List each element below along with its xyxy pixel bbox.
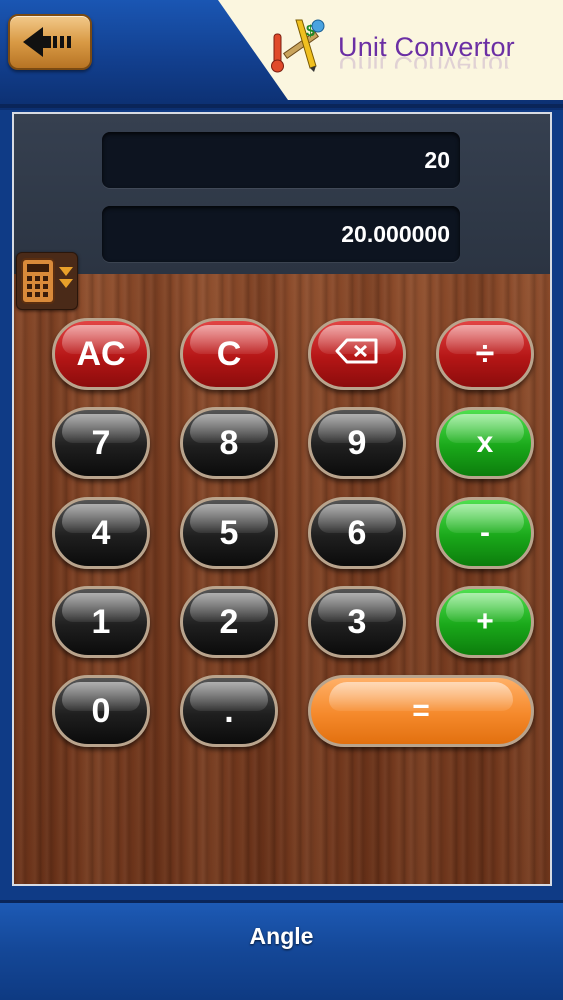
unit-convertor-logo-icon: $ <box>271 19 325 73</box>
input-value: 20 <box>424 146 450 173</box>
input-value-field[interactable]: 20 <box>102 132 460 188</box>
key-2[interactable]: 2 <box>180 586 278 658</box>
key-multiply[interactable]: x <box>436 407 534 479</box>
key-clear[interactable]: C <box>180 318 278 390</box>
output-value-field: 20.000000 <box>102 206 460 262</box>
key-4[interactable]: 4 <box>52 497 150 569</box>
key-label: 1 <box>91 602 111 641</box>
key-label: ÷ <box>475 334 495 373</box>
key-1[interactable]: 1 <box>52 586 150 658</box>
back-arrow-icon <box>23 27 71 57</box>
key-decimal[interactable]: . <box>180 675 278 747</box>
key-label: 6 <box>347 513 367 552</box>
key-label: x <box>476 426 494 459</box>
key-label: 2 <box>219 602 239 641</box>
chevron-down-icon <box>59 267 73 276</box>
key-8[interactable]: 8 <box>180 407 278 479</box>
key-subtract[interactable]: - <box>436 497 534 569</box>
key-all-clear[interactable]: AC <box>52 318 150 390</box>
key-label: . <box>224 691 234 730</box>
key-label: 5 <box>219 513 239 552</box>
backspace-icon <box>335 335 379 374</box>
key-label: 8 <box>219 423 239 462</box>
converter-panel: 20 20.000000 AC C ÷ 7 8 9 x 4 5 6 - 1 2 … <box>12 112 552 886</box>
key-7[interactable]: 7 <box>52 407 150 479</box>
key-label: 7 <box>91 423 111 462</box>
key-equals[interactable]: = <box>308 675 534 747</box>
key-5[interactable]: 5 <box>180 497 278 569</box>
key-3[interactable]: 3 <box>308 586 406 658</box>
key-label: 4 <box>91 513 111 552</box>
key-label: - <box>480 516 490 549</box>
key-divide[interactable]: ÷ <box>436 318 534 390</box>
key-label: 0 <box>91 691 111 730</box>
display-area: 20 20.000000 <box>14 114 550 274</box>
key-backspace[interactable] <box>308 318 406 390</box>
key-label: AC <box>76 334 126 373</box>
category-title: Angle <box>249 923 314 949</box>
calculator-toggle-button[interactable] <box>16 252 78 310</box>
key-label: C <box>216 334 242 373</box>
key-label: + <box>476 605 494 638</box>
key-9[interactable]: 9 <box>308 407 406 479</box>
back-button[interactable] <box>8 14 92 70</box>
key-add[interactable]: + <box>436 586 534 658</box>
output-value: 20.000000 <box>341 220 450 247</box>
key-label: 3 <box>347 602 367 641</box>
key-0[interactable]: 0 <box>52 675 150 747</box>
key-label: 9 <box>347 423 367 462</box>
header-divider <box>0 104 563 108</box>
key-label: = <box>412 694 430 727</box>
calculator-icon <box>21 258 73 304</box>
key-6[interactable]: 6 <box>308 497 406 569</box>
